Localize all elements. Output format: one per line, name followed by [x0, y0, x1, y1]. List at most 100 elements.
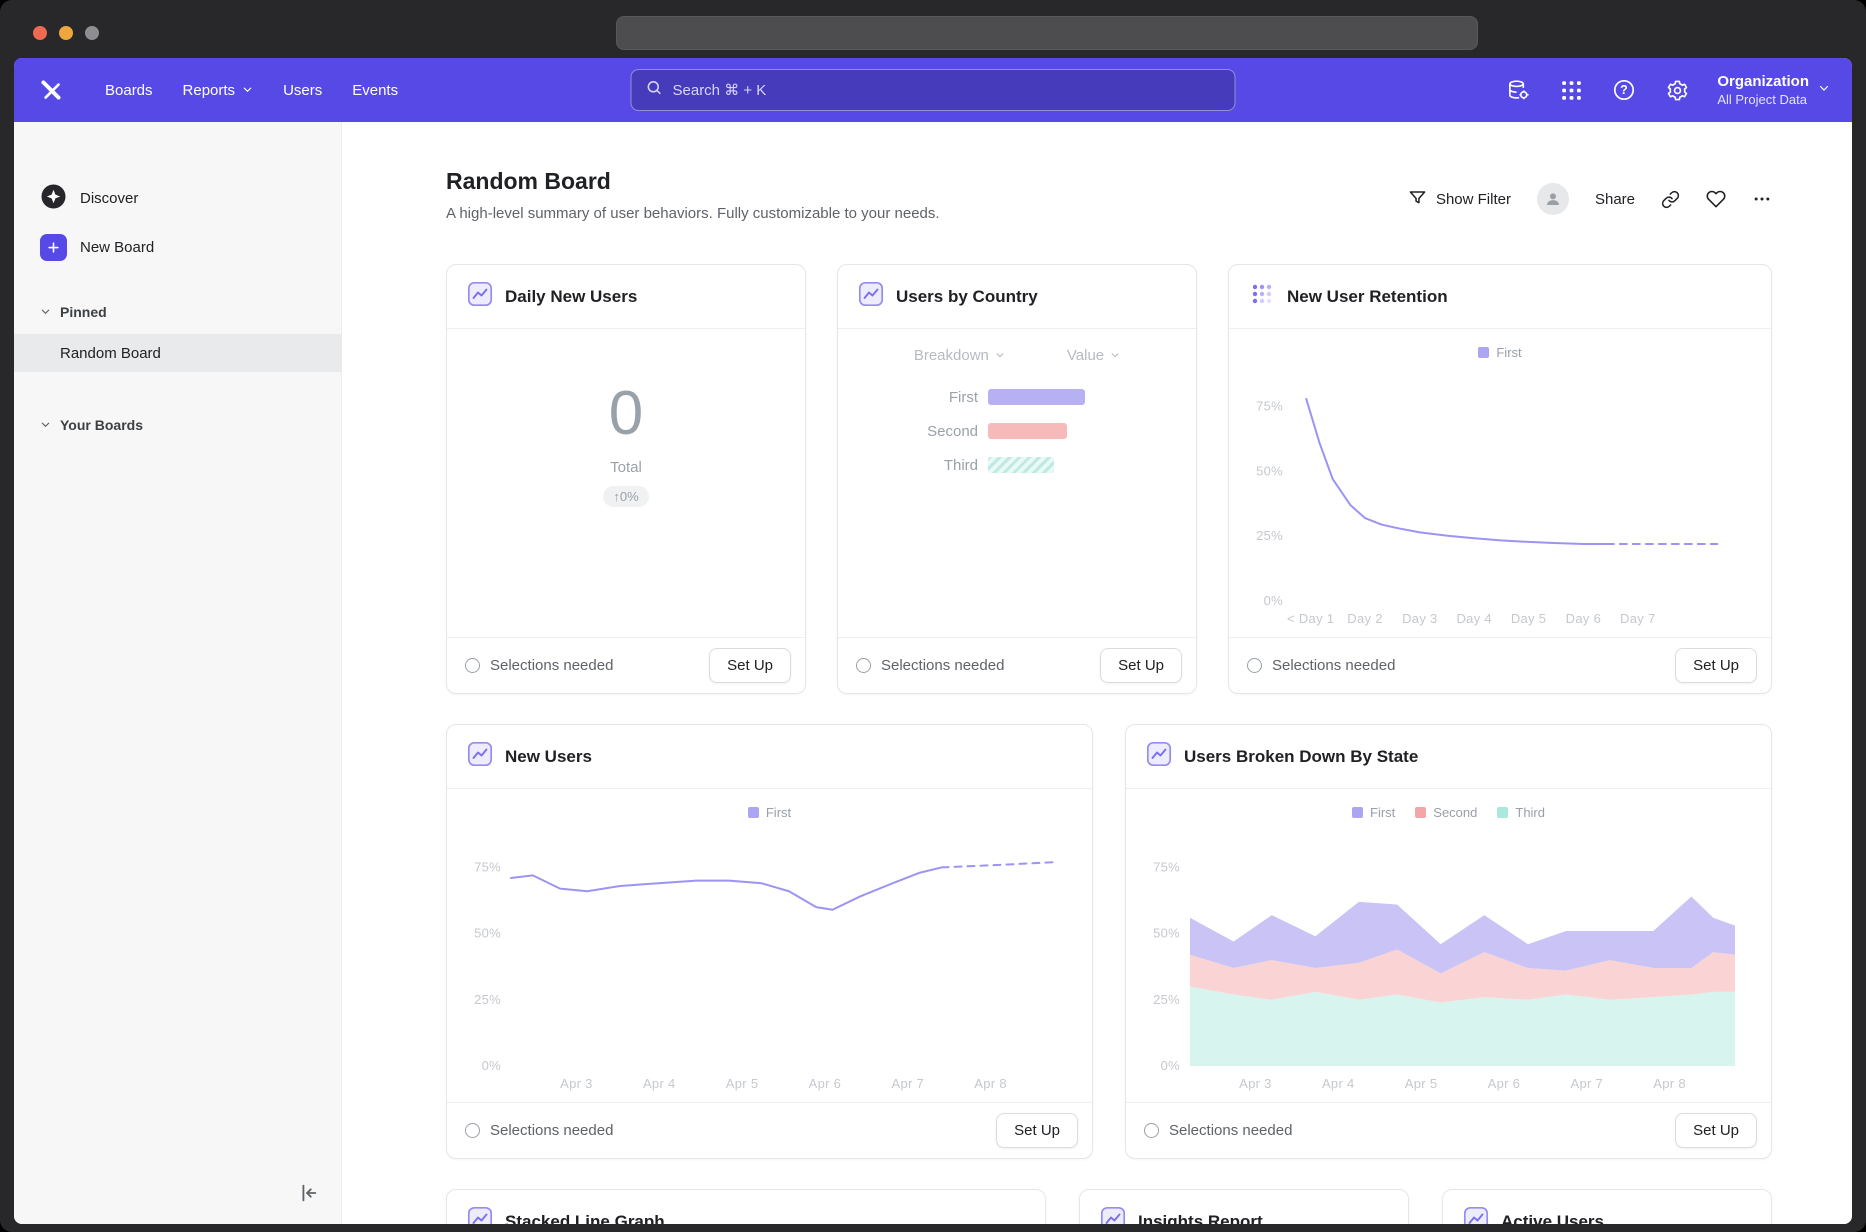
org-switcher[interactable]: Organization All Project Data	[1717, 73, 1830, 107]
set-up-button[interactable]: Set Up	[996, 1113, 1078, 1148]
nav-reports[interactable]: Reports	[168, 58, 269, 122]
chart-legend: First	[1243, 341, 1757, 363]
nav-boards[interactable]: Boards	[90, 58, 168, 122]
top-navbar: Boards Reports Users Events	[14, 58, 1852, 122]
sidebar-item-random-board[interactable]: Random Board	[14, 334, 341, 372]
card-users-by-country: Users by Country Breakdown Value	[837, 264, 1197, 694]
new-users-line-chart: 75%50%25%0%Apr 3Apr 4Apr 5Apr 6Apr 7Apr …	[461, 823, 1078, 1096]
data-management-icon[interactable]	[1505, 77, 1531, 103]
breakdown-dropdown[interactable]: Breakdown	[914, 347, 1005, 364]
card-title: Users Broken Down By State	[1184, 747, 1418, 767]
help-icon[interactable]: ?	[1611, 77, 1637, 103]
line-chart-icon	[1463, 1206, 1489, 1224]
set-up-button[interactable]: Set Up	[709, 648, 791, 683]
svg-text:Apr 4: Apr 4	[1322, 1076, 1355, 1091]
card-title: Users by Country	[896, 287, 1038, 307]
global-search[interactable]	[631, 69, 1236, 111]
set-up-button[interactable]: Set Up	[1100, 648, 1182, 683]
set-up-button[interactable]: Set Up	[1675, 648, 1757, 683]
status-circle-icon	[465, 658, 480, 673]
bar-third	[988, 457, 1054, 473]
copy-link-icon[interactable]	[1661, 190, 1680, 209]
svg-text:< Day 1: < Day 1	[1287, 611, 1334, 626]
nav-users[interactable]: Users	[268, 58, 337, 122]
show-filter-button[interactable]: Show Filter	[1408, 188, 1511, 211]
svg-text:25%: 25%	[1256, 528, 1283, 543]
page-subtitle: A high-level summary of user behaviors. …	[446, 205, 940, 222]
svg-text:Apr 8: Apr 8	[974, 1076, 1007, 1091]
svg-text:Day 7: Day 7	[1620, 611, 1655, 626]
search-icon	[646, 79, 663, 101]
bar-first	[988, 389, 1085, 405]
board-actions: Show Filter Share	[1408, 176, 1772, 222]
share-button[interactable]: Share	[1595, 191, 1635, 208]
sidebar-item-new-board[interactable]: New Board	[14, 227, 341, 267]
line-chart-icon	[467, 1206, 493, 1224]
country-bar-row: Third	[838, 448, 1196, 482]
kpi-label: Total	[610, 459, 642, 476]
svg-text:25%: 25%	[1153, 992, 1180, 1007]
app-window: Boards Reports Users Events	[0, 0, 1866, 1232]
chevron-down-icon	[1110, 347, 1120, 364]
org-name: Organization	[1717, 73, 1809, 90]
card-stacked-line-graph: Stacked Line Graph	[446, 1189, 1046, 1224]
svg-text:75%: 75%	[1256, 399, 1283, 414]
favorite-heart-icon[interactable]	[1706, 189, 1726, 209]
set-up-button[interactable]: Set Up	[1675, 1113, 1757, 1148]
sidebar-section-your-boards[interactable]: Your Boards	[14, 406, 341, 444]
chart-legend: FirstSecondThird	[1140, 801, 1757, 823]
line-chart-icon	[467, 281, 493, 312]
search-input[interactable]	[673, 82, 1221, 99]
browser-url-bar[interactable]	[616, 16, 1478, 50]
chevron-down-icon	[242, 82, 253, 99]
app-frame: Boards Reports Users Events	[14, 58, 1852, 1224]
retention-line-chart: 75%50%25%0%< Day 1Day 2Day 3Day 4Day 5Da…	[1243, 363, 1757, 631]
card-insights-report: Insights Report	[1079, 1189, 1409, 1224]
line-chart-icon	[467, 741, 493, 772]
card-title: New User Retention	[1287, 287, 1448, 307]
card-users-by-state: Users Broken Down By State FirstSecondTh…	[1125, 724, 1772, 1159]
page-header: Random Board A high-level summary of use…	[446, 168, 1772, 222]
svg-text:50%: 50%	[474, 926, 501, 941]
page-title: Random Board	[446, 168, 940, 195]
selections-needed-label: Selections needed	[881, 657, 1004, 674]
svg-text:Day 5: Day 5	[1511, 611, 1546, 626]
avatar[interactable]	[1537, 183, 1569, 215]
bar-second	[988, 423, 1067, 439]
svg-text:0%: 0%	[482, 1058, 502, 1073]
svg-text:Apr 3: Apr 3	[1239, 1076, 1272, 1091]
sidebar-collapse-button[interactable]	[293, 1178, 323, 1208]
card-new-user-retention: New User Retention First 75%50%25%0%< Da…	[1228, 264, 1772, 694]
sidebar-section-pinned[interactable]: Pinned	[14, 293, 341, 331]
svg-text:Day 6: Day 6	[1566, 611, 1601, 626]
svg-text:25%: 25%	[474, 992, 501, 1007]
settings-gear-icon[interactable]	[1664, 77, 1690, 103]
more-options-icon[interactable]	[1752, 189, 1772, 209]
primary-nav: Boards Reports Users Events	[90, 58, 413, 122]
svg-text:Day 3: Day 3	[1402, 611, 1437, 626]
card-daily-new-users: Daily New Users 0 Total ↑0% Selections n…	[446, 264, 806, 694]
svg-text:Apr 8: Apr 8	[1653, 1076, 1686, 1091]
main-content: Random Board A high-level summary of use…	[342, 122, 1852, 1224]
value-dropdown[interactable]: Value	[1067, 347, 1120, 364]
status-circle-icon	[1144, 1123, 1159, 1138]
card-title: New Users	[505, 747, 592, 767]
sidebar: Discover New Board Pinned Random Board	[14, 122, 342, 1224]
window-zoom-button[interactable]	[85, 26, 99, 40]
nav-events[interactable]: Events	[337, 58, 413, 122]
sidebar-item-discover[interactable]: Discover	[14, 178, 341, 218]
selections-needed-label: Selections needed	[1272, 657, 1395, 674]
selections-needed-label: Selections needed	[490, 657, 613, 674]
selections-needed-label: Selections needed	[1169, 1122, 1292, 1139]
card-title: Active Users	[1501, 1212, 1604, 1225]
svg-text:Apr 5: Apr 5	[1405, 1076, 1438, 1091]
mixpanel-logo[interactable]	[36, 75, 66, 105]
window-minimize-button[interactable]	[59, 26, 73, 40]
svg-text:Apr 7: Apr 7	[891, 1076, 924, 1091]
chevron-down-icon	[995, 347, 1005, 364]
window-close-button[interactable]	[33, 26, 47, 40]
org-project: All Project Data	[1717, 92, 1809, 107]
apps-grid-icon[interactable]	[1558, 77, 1584, 103]
svg-text:50%: 50%	[1256, 463, 1283, 478]
card-title: Daily New Users	[505, 287, 637, 307]
